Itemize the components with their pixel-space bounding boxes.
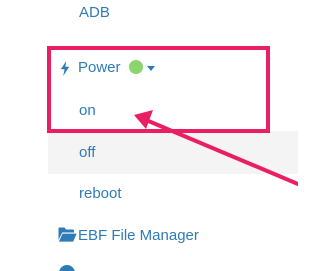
power-option-on[interactable]: on (79, 101, 96, 121)
power-option-off-label: off (79, 144, 96, 161)
menu-item-icon-partial[interactable] (59, 265, 75, 271)
chevron-down-icon[interactable] (146, 66, 155, 71)
folder-open-icon (58, 227, 77, 242)
sidebar-menu: ADB Power on off reboot EBF File Manager (0, 0, 298, 271)
menu-item-file-manager-label: EBF File Manager (78, 227, 199, 244)
menu-item-file-manager[interactable]: EBF File Manager (58, 226, 199, 246)
menu-item-power[interactable]: Power (60, 58, 155, 78)
menu-item-power-label: Power (78, 59, 121, 76)
power-option-on-label: on (79, 102, 96, 119)
power-option-reboot-label: reboot (79, 185, 122, 202)
power-option-reboot[interactable]: reboot (79, 184, 122, 204)
power-status-dot (128, 60, 143, 74)
menu-item-adb[interactable]: ADB (79, 3, 110, 23)
menu-item-adb-label: ADB (79, 4, 110, 21)
bolt-icon (60, 60, 70, 76)
power-option-off[interactable]: off (79, 143, 95, 163)
